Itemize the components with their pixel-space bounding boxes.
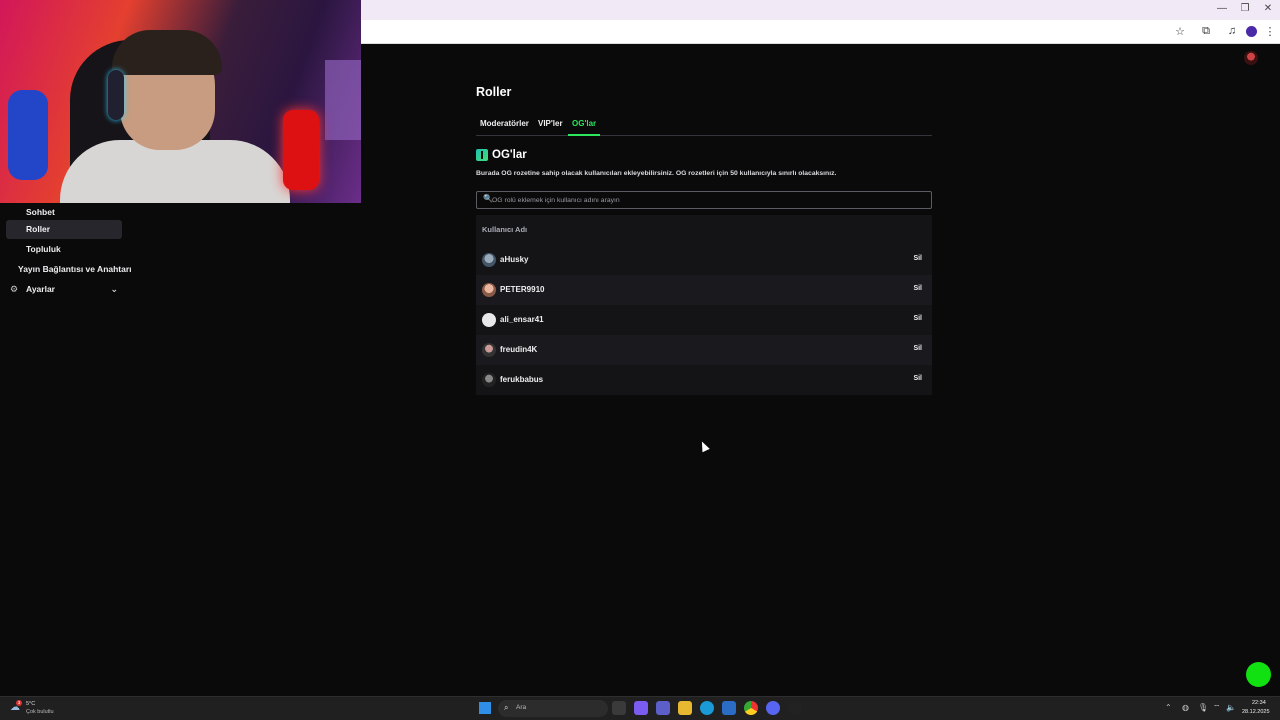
- section-title: OG'lar: [476, 149, 527, 161]
- webcam-headset: [108, 70, 124, 120]
- gear-icon: ⚙: [10, 284, 19, 294]
- user-avatar: [482, 283, 496, 297]
- weather-temperature[interactable]: 5°C: [26, 701, 35, 707]
- tray-overflow-icon[interactable]: ⌃: [1165, 703, 1172, 712]
- remove-button[interactable]: Sil: [909, 313, 926, 324]
- obs-icon[interactable]: [788, 701, 802, 715]
- discord-icon[interactable]: [766, 701, 780, 715]
- webcam-microphone: [283, 110, 319, 190]
- mouse-cursor: [698, 439, 710, 453]
- table-row: aHusky Sil: [476, 245, 932, 275]
- webcam-person-hair: [112, 30, 222, 75]
- search-icon: ⌕: [504, 703, 509, 712]
- og-search-box[interactable]: 🔍: [476, 191, 932, 209]
- taskbar-search-label: Ara: [516, 704, 527, 711]
- clock-time[interactable]: 22:34: [1252, 700, 1266, 706]
- media-control-icon[interactable]: ♫: [1224, 25, 1240, 37]
- remove-button[interactable]: Sil: [909, 253, 926, 264]
- sidebar-item-roller[interactable]: Roller: [6, 220, 122, 239]
- minimize-icon[interactable]: —: [1212, 3, 1232, 14]
- chrome-icon[interactable]: [744, 701, 758, 715]
- username[interactable]: aHusky: [500, 255, 528, 264]
- network-icon[interactable]: ◍: [1182, 703, 1189, 712]
- section-description: Burada OG rozetine sahip olacak kullanıc…: [476, 170, 837, 177]
- remove-button[interactable]: Sil: [909, 343, 926, 354]
- user-avatar: [482, 313, 496, 327]
- chevron-down-icon[interactable]: ⌄: [110, 280, 118, 299]
- status-indicator: [1246, 662, 1271, 687]
- remove-button[interactable]: Sil: [909, 373, 926, 384]
- maximize-icon[interactable]: ❐: [1235, 3, 1255, 14]
- microphone-icon[interactable]: 🎙: [1198, 703, 1208, 712]
- task-view-icon[interactable]: [612, 701, 626, 715]
- copilot-icon[interactable]: [634, 701, 648, 715]
- webcam-shelf: [325, 60, 361, 140]
- browser-menu-icon[interactable]: ⋮: [1262, 25, 1278, 38]
- username[interactable]: ali_ensar41: [500, 315, 544, 324]
- taskbar-search[interactable]: ⌕ Ara: [498, 700, 608, 717]
- bookmark-star-icon[interactable]: ☆: [1172, 25, 1188, 38]
- tab-moderatorler[interactable]: Moderatörler: [480, 119, 529, 128]
- sidebar-item-label: Ayarlar: [26, 284, 55, 294]
- windows-taskbar: ☁ 3 5°C Çok bulutlu ⌕ Ara ⌃ ◍ 🎙 ⌔ 🔈 22:3…: [0, 696, 1280, 720]
- section-title-text: OG'lar: [492, 149, 527, 161]
- username[interactable]: freudin4K: [500, 345, 537, 354]
- file-explorer-icon[interactable]: [678, 701, 692, 715]
- og-search-input[interactable]: [492, 194, 912, 206]
- table-row: freudin4K Sil: [476, 335, 932, 365]
- roles-tabs: Moderatörler VIP'ler OG'lar: [476, 116, 932, 136]
- tab-oglar[interactable]: OG'lar: [572, 119, 596, 128]
- profile-avatar[interactable]: [1246, 26, 1257, 37]
- remove-button[interactable]: Sil: [909, 283, 926, 294]
- weather-description[interactable]: Çok bulutlu: [26, 709, 54, 715]
- username[interactable]: PETER9910: [500, 285, 544, 294]
- webcam-overlay: [0, 0, 361, 203]
- clock-date[interactable]: 28.12.2025: [1242, 709, 1270, 715]
- user-avatar: [482, 343, 496, 357]
- user-avatar[interactable]: [1244, 51, 1258, 65]
- volume-icon[interactable]: 🔈: [1226, 703, 1236, 712]
- weather-alert-badge: 3: [16, 700, 22, 706]
- active-tab-indicator: [568, 134, 600, 136]
- username[interactable]: ferukbabus: [500, 375, 543, 384]
- edge-icon[interactable]: [700, 701, 714, 715]
- user-avatar: [482, 373, 496, 387]
- page-title: Roller: [476, 85, 512, 99]
- store-icon[interactable]: [722, 701, 736, 715]
- sidebar-item-topluluk[interactable]: Topluluk: [6, 240, 122, 259]
- og-badge-icon: [476, 149, 488, 161]
- table-row: ali_ensar41 Sil: [476, 305, 932, 335]
- webcam-guitar: [8, 90, 48, 180]
- sidebar-item-yayin-baglantisi[interactable]: Yayın Bağlantısı ve Anahtarı: [6, 260, 132, 279]
- og-users-table: Kullanıcı Adı aHusky Sil PETER9910 Sil a…: [476, 215, 932, 395]
- tab-vipler[interactable]: VIP'ler: [538, 119, 563, 128]
- windows-start-icon[interactable]: [479, 702, 491, 714]
- user-avatar: [482, 253, 496, 267]
- close-icon[interactable]: ✕: [1258, 3, 1278, 14]
- column-header-username: Kullanıcı Adı: [482, 225, 528, 234]
- screen: — ❐ ✕ ☆ ⧉ ♫ ⋮ Sohbet Roller Topluluk Yay…: [0, 0, 1280, 720]
- teams-icon[interactable]: [656, 701, 670, 715]
- extensions-icon[interactable]: ⧉: [1198, 25, 1214, 38]
- wifi-icon[interactable]: ⌔: [1213, 703, 1221, 713]
- table-row: ferukbabus Sil: [476, 365, 932, 395]
- table-row: PETER9910 Sil: [476, 275, 932, 305]
- sidebar-item-ayarlar[interactable]: ⚙ Ayarlar ⌄: [6, 280, 122, 299]
